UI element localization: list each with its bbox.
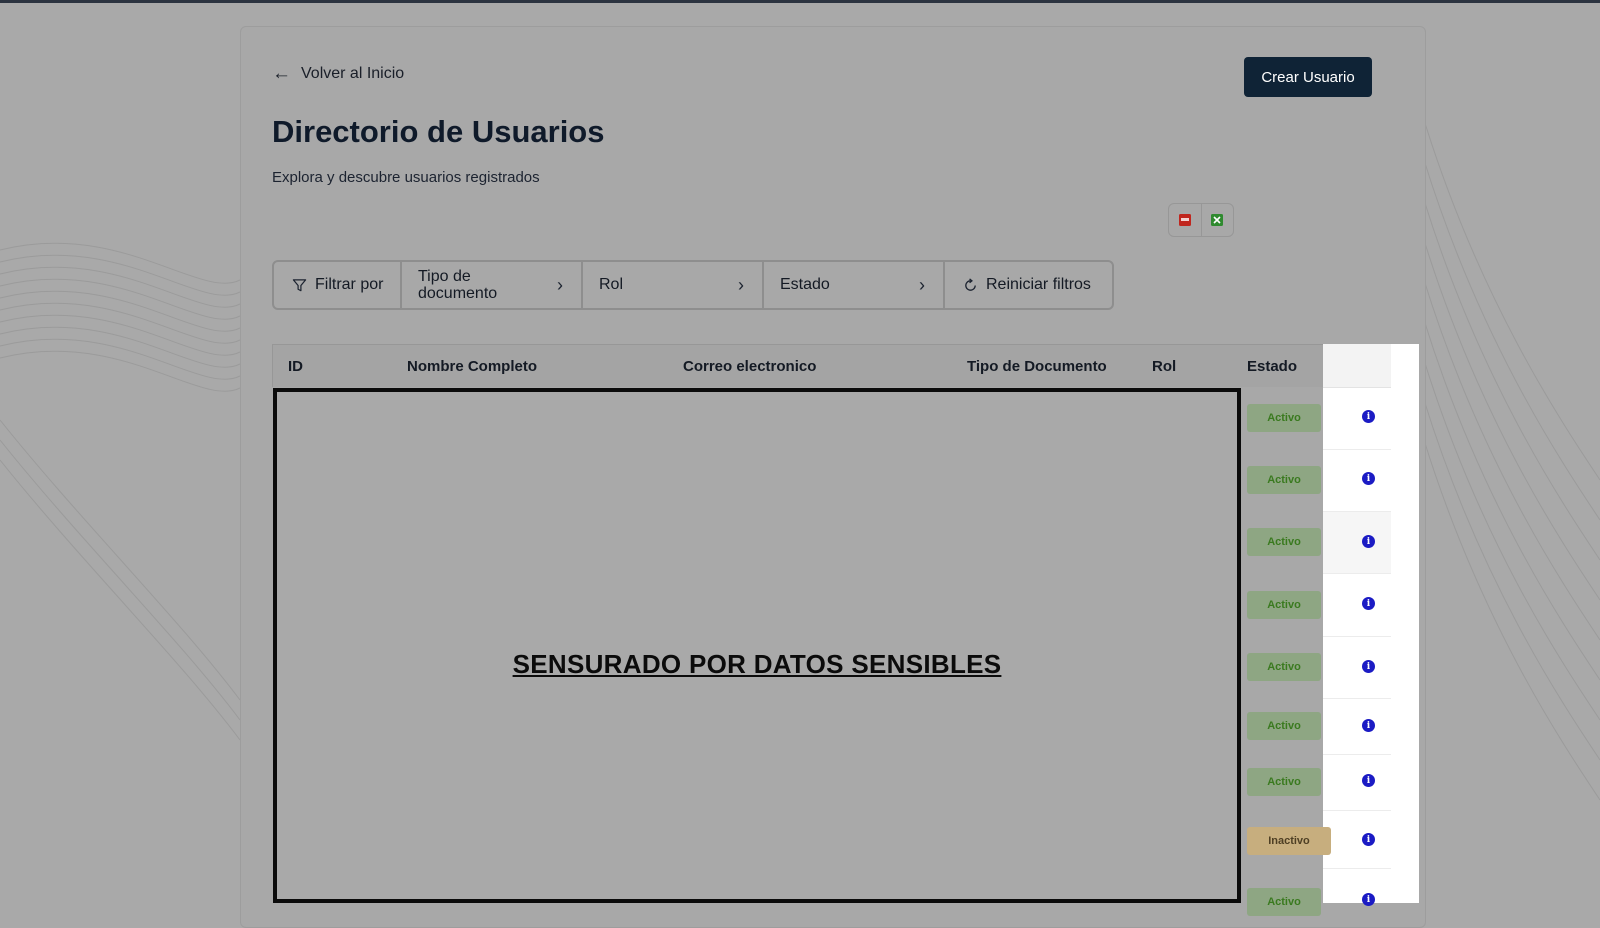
filter-document-type[interactable]: Tipo de documento ›: [400, 262, 581, 308]
info-icon[interactable]: i: [1362, 719, 1375, 732]
status-badge: Activo: [1247, 653, 1321, 681]
pdf-icon: [1178, 214, 1191, 226]
status-badge: Activo: [1247, 888, 1321, 916]
status-badge: Activo: [1247, 768, 1321, 796]
filter-role[interactable]: Rol ›: [581, 262, 762, 308]
export-excel-button[interactable]: [1200, 204, 1234, 236]
row-divider: [1323, 573, 1391, 574]
row-divider: [1323, 449, 1391, 450]
status-badge: Activo: [1247, 404, 1321, 432]
page-title: Directorio de Usuarios: [272, 114, 605, 149]
row-hover-highlight: [1323, 512, 1391, 573]
export-pdf-button[interactable]: [1169, 204, 1201, 236]
arrow-left-icon: ←: [272, 63, 291, 84]
column-id: ID: [288, 358, 303, 375]
filter-status[interactable]: Estado ›: [762, 262, 943, 308]
column-role: Rol: [1152, 358, 1177, 375]
filter-label-text: Filtrar por: [315, 276, 384, 293]
top-nav-bar: [0, 0, 1600, 3]
row-divider: [1323, 511, 1391, 512]
filter-document-type-label: Tipo de documento: [418, 268, 498, 302]
filter-label: Filtrar por: [274, 262, 400, 308]
chevron-right-icon: ›: [557, 274, 563, 295]
page-subtitle: Explora y descubre usuarios registrados: [272, 169, 540, 186]
row-divider: [1323, 698, 1391, 699]
chevron-right-icon: ›: [919, 274, 925, 295]
row-divider: [1323, 754, 1391, 755]
status-badge: Activo: [1247, 466, 1321, 494]
actions-column-header: [1323, 344, 1391, 388]
censored-data-block: SENSURADO POR DATOS SENSIBLES: [273, 388, 1241, 903]
status-badge: Inactivo: [1247, 827, 1331, 855]
chevron-right-icon: ›: [738, 274, 744, 295]
refresh-icon: [965, 277, 976, 291]
actions-column: [1323, 344, 1391, 903]
status-badge: Activo: [1247, 712, 1321, 740]
create-user-button[interactable]: Crear Usuario: [1244, 57, 1372, 97]
row-divider: [1323, 636, 1391, 637]
back-link-label: Volver al Inicio: [301, 64, 405, 82]
info-icon[interactable]: i: [1362, 893, 1375, 906]
status-badge: Activo: [1247, 528, 1321, 556]
status-badge: Activo: [1247, 591, 1321, 619]
reset-filters-label: Reiniciar filtros: [986, 276, 1091, 293]
table-header: ID Nombre Completo Correo electronico Ti…: [272, 344, 1391, 387]
row-divider: [1323, 868, 1391, 869]
info-icon[interactable]: i: [1362, 833, 1375, 846]
info-icon[interactable]: i: [1362, 410, 1375, 423]
funnel-icon: [292, 278, 307, 291]
censored-notice: SENSURADO POR DATOS SENSIBLES: [512, 649, 1002, 679]
info-icon[interactable]: i: [1362, 535, 1375, 548]
column-email: Correo electronico: [683, 358, 817, 375]
info-icon[interactable]: i: [1362, 660, 1375, 673]
filter-status-label: Estado: [780, 276, 830, 293]
column-full-name: Nombre Completo: [407, 358, 538, 375]
info-icon[interactable]: i: [1362, 472, 1375, 485]
row-divider: [1323, 810, 1391, 811]
scroll-area-edge: [1391, 344, 1419, 903]
export-buttons: [1168, 203, 1234, 237]
column-document-type: Tipo de Documento: [967, 358, 1107, 375]
back-to-home-link[interactable]: ← Volver al Inicio: [272, 64, 404, 83]
info-icon[interactable]: i: [1362, 774, 1375, 787]
reset-filters-button[interactable]: Reiniciar filtros: [943, 262, 1112, 308]
excel-icon: [1211, 214, 1224, 226]
column-status: Estado: [1247, 358, 1298, 375]
filter-role-label: Rol: [599, 276, 624, 293]
filter-bar: Filtrar por Tipo de documento › Rol › Es…: [272, 260, 1114, 310]
info-icon[interactable]: i: [1362, 597, 1375, 610]
